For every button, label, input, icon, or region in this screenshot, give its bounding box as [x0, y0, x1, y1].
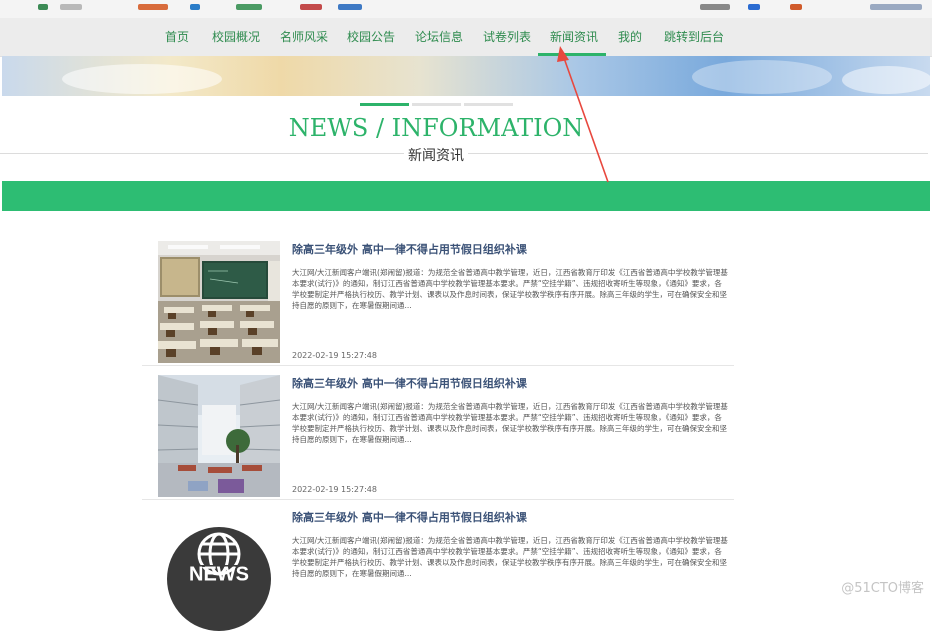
watermark: @51CTO博客: [841, 581, 924, 596]
annotation-arrow: [557, 46, 609, 183]
